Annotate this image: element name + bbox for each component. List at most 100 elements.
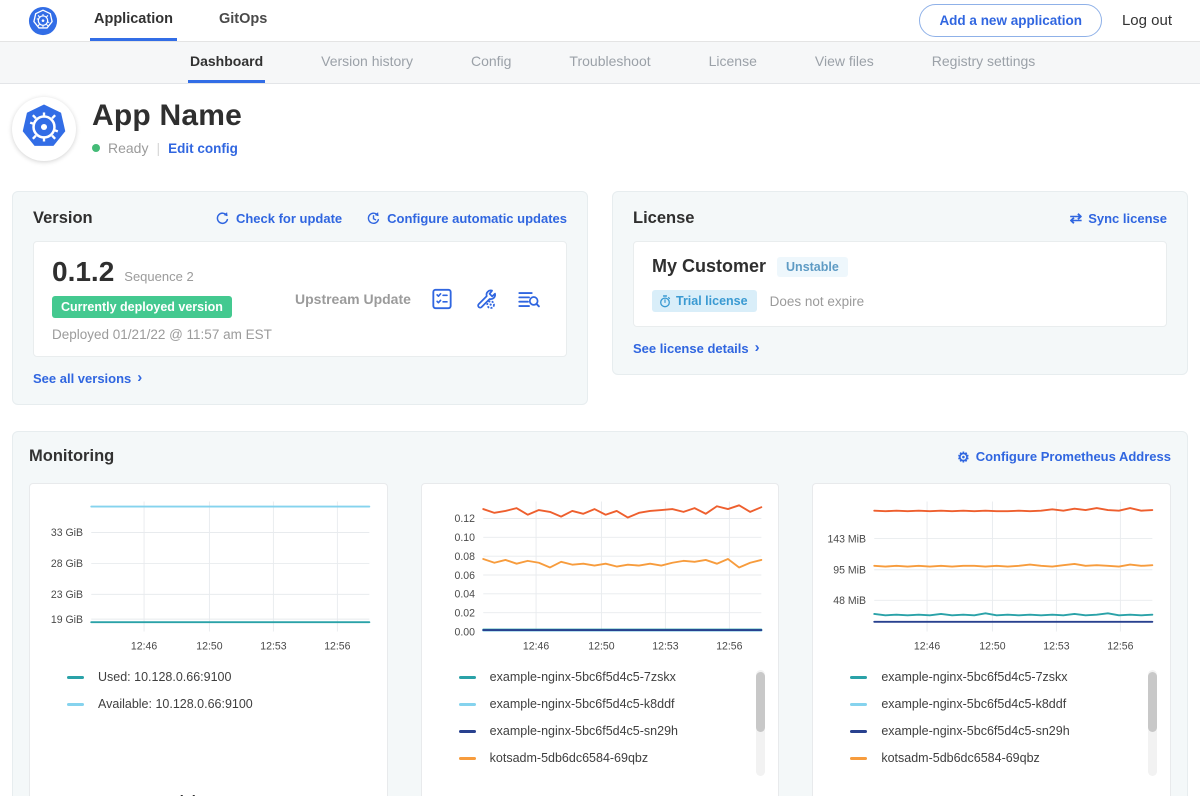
svg-text:0.08: 0.08 (454, 551, 475, 563)
legend-swatch-icon (850, 757, 867, 760)
legend-label: example-nginx-5bc6f5d4c5-k8ddf (490, 697, 675, 711)
see-all-versions-row: See all versions › (33, 370, 567, 388)
svg-text:0.00: 0.00 (454, 626, 475, 638)
svg-text:0.04: 0.04 (454, 588, 475, 600)
legend-swatch-icon (67, 676, 84, 679)
version-action-icons (429, 286, 548, 312)
monitoring-title: Monitoring (29, 447, 114, 466)
see-license-details-link[interactable]: See license details › (633, 341, 760, 356)
legend-swatch-icon (459, 757, 476, 760)
view-logs-icon[interactable] (515, 286, 542, 312)
legend-swatch-icon (459, 703, 476, 706)
gear-icon: ⚙ (957, 450, 970, 464)
svg-text:28 GiB: 28 GiB (51, 558, 83, 570)
see-all-versions-link[interactable]: See all versions › (33, 371, 142, 386)
add-new-application-button[interactable]: Add a new application (919, 4, 1102, 37)
svg-text:12:56: 12:56 (716, 640, 742, 652)
chevron-right-icon: › (755, 340, 760, 355)
legend-item: kotsadm-5db6dc6584-69qbz (459, 751, 769, 765)
schedule-clock-icon (366, 211, 381, 226)
legend-label: Used: 10.128.0.66:9100 (98, 670, 231, 684)
license-detail-card: My Customer Unstable Trial license Does … (633, 241, 1167, 327)
legend-scrollbar-thumb[interactable] (756, 672, 765, 732)
legend-item: example-nginx-5bc6f5d4c5-k8ddf (459, 697, 769, 711)
version-source-label: Upstream Update (277, 291, 429, 307)
tab-registry-settings[interactable]: Registry settings (930, 42, 1037, 83)
dashboard-cards-row: Version Check for update Configure au (0, 191, 1200, 405)
kubernetes-logo-icon[interactable] (28, 6, 58, 36)
legend-swatch-icon (850, 730, 867, 733)
legend-item: example-nginx-5bc6f5d4c5-7zskx (459, 670, 769, 684)
deployed-timestamp: Deployed 01/21/22 @ 11:57 am EST (52, 327, 277, 342)
legend-item: example-nginx-5bc6f5d4c5-7zskx (850, 670, 1160, 684)
svg-text:0.12: 0.12 (454, 513, 475, 525)
monitoring-header: Monitoring ⚙ Configure Prometheus Addres… (29, 447, 1171, 466)
svg-text:0.02: 0.02 (454, 607, 475, 619)
svg-text:48 MiB: 48 MiB (834, 595, 867, 607)
edit-config-link[interactable]: Edit config (168, 141, 238, 156)
legend-scrollbar[interactable] (756, 670, 765, 776)
tab-config[interactable]: Config (469, 42, 513, 83)
svg-text:12:46: 12:46 (914, 640, 940, 652)
legend-scrollbar-thumb[interactable] (1148, 672, 1157, 732)
version-card-links: Check for update Configure automatic upd… (215, 211, 567, 226)
svg-text:33 GiB: 33 GiB (51, 527, 83, 539)
svg-text:12:50: 12:50 (588, 640, 614, 652)
see-license-details-row: See license details › (633, 340, 1167, 358)
legend-scrollbar[interactable] (1148, 670, 1157, 776)
license-card: License ⇄ Sync license My Customer Unsta… (612, 191, 1188, 375)
legend-swatch-icon (67, 703, 84, 706)
preflight-checks-icon[interactable] (429, 286, 455, 312)
svg-text:143 MiB: 143 MiB (828, 533, 867, 545)
trial-license-badge: Trial license (652, 290, 757, 312)
license-expiry-text: Does not expire (770, 294, 865, 309)
current-version-card: 0.1.2 Sequence 2 Currently deployed vers… (33, 241, 567, 357)
cpu-usage-chart-card: 0.000.020.040.060.080.100.1212:4612:5012… (421, 483, 780, 796)
config-wrench-icon[interactable] (472, 286, 498, 312)
tab-troubleshoot[interactable]: Troubleshoot (567, 42, 652, 83)
top-nav-right: Add a new application Log out (919, 0, 1172, 41)
legend-item: example-nginx-5bc6f5d4c5-k8ddf (850, 697, 1160, 711)
app-name-title: App Name (92, 99, 242, 133)
charts-row: 19 GiB23 GiB28 GiB33 GiB12:4612:5012:531… (29, 483, 1171, 796)
legend-label: kotsadm-5db6dc6584-69qbz (881, 751, 1039, 765)
svg-text:12:53: 12:53 (260, 640, 286, 652)
stopwatch-icon (659, 295, 671, 308)
version-card-header: Version Check for update Configure au (33, 209, 567, 228)
svg-text:12:53: 12:53 (1044, 640, 1070, 652)
disk-usage-chart-card: 19 GiB23 GiB28 GiB33 GiB12:4612:5012:531… (29, 483, 388, 796)
sync-license-link[interactable]: ⇄ Sync license (1070, 211, 1167, 226)
tab-gitops[interactable]: GitOps (215, 0, 271, 41)
app-header-text: App Name Ready | Edit config (92, 97, 242, 161)
legend-item: Used: 10.128.0.66:9100 (67, 670, 377, 684)
cpu-usage-title: CPU Usage (432, 786, 769, 796)
cpu-usage-chart: 0.000.020.040.060.080.100.1212:4612:5012… (432, 494, 769, 656)
logout-link[interactable]: Log out (1122, 12, 1172, 29)
disk-usage-chart: 19 GiB23 GiB28 GiB33 GiB12:4612:5012:531… (40, 494, 377, 656)
memory-usage-title: Memory Usage (823, 786, 1160, 796)
memory-usage-legend: example-nginx-5bc6f5d4c5-7zskx example-ng… (823, 670, 1160, 786)
legend-item: Available: 10.128.0.66:9100 (67, 697, 377, 711)
legend-label: example-nginx-5bc6f5d4c5-sn29h (881, 724, 1069, 738)
cpu-usage-legend: example-nginx-5bc6f5d4c5-7zskx example-ng… (432, 670, 769, 786)
memory-usage-chart-card: 48 MiB95 MiB143 MiB12:4612:5012:5312:56 … (812, 483, 1171, 796)
tab-license[interactable]: License (707, 42, 759, 83)
svg-text:23 GiB: 23 GiB (51, 589, 83, 601)
svg-text:0.06: 0.06 (454, 570, 475, 582)
legend-swatch-icon (459, 730, 476, 733)
tab-application[interactable]: Application (90, 0, 177, 41)
check-for-update-link[interactable]: Check for update (215, 211, 342, 226)
legend-swatch-icon (459, 676, 476, 679)
tab-view-files[interactable]: View files (813, 42, 876, 83)
legend-swatch-icon (850, 703, 867, 706)
divider: | (156, 140, 160, 156)
svg-text:0.10: 0.10 (454, 532, 475, 544)
tab-dashboard[interactable]: Dashboard (188, 42, 265, 83)
configure-prometheus-link[interactable]: ⚙ Configure Prometheus Address (957, 449, 1171, 464)
license-card-header: License ⇄ Sync license (633, 209, 1167, 228)
disk-usage-title: Disk Usage (40, 786, 377, 796)
configure-automatic-updates-link[interactable]: Configure automatic updates (366, 211, 567, 226)
tab-version-history[interactable]: Version history (319, 42, 415, 83)
svg-text:12:50: 12:50 (196, 640, 222, 652)
refresh-icon (215, 211, 230, 226)
